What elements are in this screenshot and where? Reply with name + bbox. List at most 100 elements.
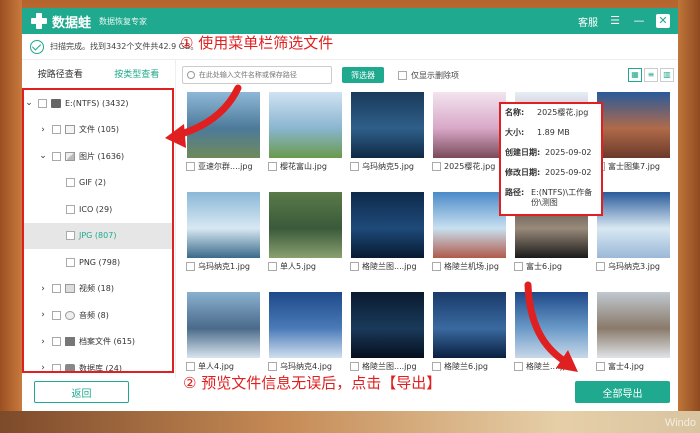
file-thumbnail-item[interactable]: 乌玛纳克5.jpg <box>348 92 428 172</box>
thumbnail-image[interactable] <box>351 92 424 158</box>
file-thumbnail-item[interactable]: 格陵兰图....jpg <box>348 292 428 372</box>
thumbnail-image[interactable] <box>187 92 260 158</box>
watermark-text: Windo <box>664 417 696 429</box>
app-subtitle: 数据恢复专家 <box>99 16 148 26</box>
file-name-label: 乌玛纳克3.jpg <box>608 262 661 271</box>
thumbnail-image[interactable] <box>597 192 670 258</box>
grid-view-icon[interactable]: ▦ <box>628 68 642 82</box>
filter-button[interactable]: 筛选器 <box>342 67 384 83</box>
file-name-label: 单人4.jpg <box>198 362 235 371</box>
close-icon[interactable]: ✕ <box>656 14 670 28</box>
tab-by-path[interactable]: 按路径查看 <box>22 67 99 80</box>
file-thumbnail-item[interactable]: 单人5.jpg <box>266 192 346 272</box>
only-deleted-label: 仅显示删除项 <box>411 70 459 80</box>
file-name-label: 格陵兰机场.jpg <box>444 262 499 271</box>
checkbox[interactable] <box>514 362 523 371</box>
file-name-label: 格陵兰....jpg <box>526 362 573 371</box>
file-name-label: 富士4.jpg <box>608 362 645 371</box>
list-view-icon[interactable]: ≡ <box>644 68 658 82</box>
support-link[interactable]: 客服 <box>578 14 598 29</box>
file-thumbnail-item[interactable]: 2025樱花.jpg <box>430 92 510 172</box>
menu-icon[interactable]: ☰ <box>608 14 622 28</box>
thumbnail-caption: 格陵兰图....jpg <box>348 361 428 372</box>
checkbox[interactable] <box>432 262 441 271</box>
thumbnail-image[interactable] <box>433 292 506 358</box>
thumbnail-image[interactable] <box>433 192 506 258</box>
view-switcher: ▦ ≡ ▥ <box>628 68 674 82</box>
checkbox[interactable] <box>398 70 407 80</box>
thumbnail-image[interactable] <box>269 292 342 358</box>
thumbnail-caption: 格陵兰....jpg <box>512 361 592 372</box>
file-thumbnail-item[interactable]: 亚速尔群....jpg <box>184 92 264 172</box>
title-bar: 数据蛙 数据恢复专家 客服 ☰ — ✕ <box>22 8 678 34</box>
file-thumbnail-item[interactable]: 格陵兰6.jpg <box>430 292 510 372</box>
thumbnail-caption: 乌玛纳克1.jpg <box>184 261 264 272</box>
check-circle-icon <box>30 39 44 54</box>
checkbox[interactable] <box>596 362 605 371</box>
thumbnail-image[interactable] <box>269 192 342 258</box>
thumbnail-image[interactable] <box>515 292 588 358</box>
search-icon <box>187 71 195 79</box>
tab-by-type[interactable]: 按类型查看 <box>99 67 176 80</box>
file-thumbnail-item[interactable]: 富士图集7.jpg <box>594 92 674 172</box>
file-thumbnail-item[interactable]: 富士4.jpg <box>594 292 674 372</box>
checkbox[interactable] <box>350 262 359 271</box>
thumbnail-image[interactable] <box>597 292 670 358</box>
thumbnail-image[interactable] <box>433 92 506 158</box>
annotation-box-sidebar <box>22 88 174 373</box>
info-modified-value: 2025-09-02 <box>545 168 592 177</box>
file-thumbnail-item[interactable]: 乌玛纳克1.jpg <box>184 192 264 272</box>
thumbnail-image[interactable] <box>269 92 342 158</box>
checkbox[interactable] <box>186 262 195 271</box>
thumbnail-caption: 富士6.jpg <box>512 261 592 272</box>
file-thumbnail-item[interactable]: 乌玛纳克4.jpg <box>266 292 346 372</box>
checkbox[interactable] <box>432 362 441 371</box>
checkbox[interactable] <box>350 362 359 371</box>
file-thumbnail-item[interactable]: 乌玛纳克3.jpg <box>594 192 674 272</box>
search-box[interactable] <box>182 66 332 84</box>
background-left <box>0 0 22 433</box>
background-right <box>678 0 700 433</box>
only-deleted-toggle[interactable]: 仅显示删除项 <box>394 70 459 81</box>
thumbnail-image[interactable] <box>597 92 670 158</box>
checkbox[interactable] <box>186 162 195 171</box>
thumbnail-image[interactable] <box>187 292 260 358</box>
back-button[interactable]: 返回 <box>34 381 129 403</box>
thumbnail-caption: 格陵兰6.jpg <box>430 361 510 372</box>
checkbox[interactable] <box>432 162 441 171</box>
thumbnail-caption: 亚速尔群....jpg <box>184 161 264 172</box>
minimize-icon[interactable]: — <box>632 14 646 28</box>
info-name-label: 名称: <box>505 108 525 117</box>
background-bottom <box>0 411 700 433</box>
checkbox[interactable] <box>268 262 277 271</box>
thumbnail-image[interactable] <box>351 192 424 258</box>
app-logo: 数据蛙 数据恢复专家 <box>30 12 147 31</box>
thumbnail-image[interactable] <box>351 292 424 358</box>
search-input[interactable] <box>198 71 327 79</box>
info-name-value: 2025樱花.jpg <box>537 108 589 117</box>
file-name-label: 2025樱花.jpg <box>444 162 496 171</box>
thumbnail-caption: 格陵兰图....jpg <box>348 261 428 272</box>
sidebar-tabs: 按路径查看 按类型查看 <box>22 60 175 86</box>
thumbnail-image[interactable] <box>187 192 260 258</box>
thumbnail-caption: 乌玛纳克3.jpg <box>594 261 674 272</box>
scan-status-text: 扫描完成。找到3432个文件共42.9 GB。 <box>50 42 199 51</box>
thumbnail-caption: 2025樱花.jpg <box>430 161 510 172</box>
file-name-label: 乌玛纳克1.jpg <box>198 262 251 271</box>
file-thumbnail-item[interactable]: 单人4.jpg <box>184 292 264 372</box>
checkbox[interactable] <box>350 162 359 171</box>
file-thumbnail-item[interactable]: 樱花富山.jpg <box>266 92 346 172</box>
checkbox[interactable] <box>268 162 277 171</box>
checkbox[interactable] <box>186 362 195 371</box>
export-all-button[interactable]: 全部导出 <box>575 381 670 403</box>
thumbnail-caption: 格陵兰机场.jpg <box>430 261 510 272</box>
file-thumbnail-item[interactable]: 格陵兰机场.jpg <box>430 192 510 272</box>
file-thumbnail-item[interactable]: 格陵兰图....jpg <box>348 192 428 272</box>
detail-view-icon[interactable]: ▥ <box>660 68 674 82</box>
checkbox[interactable] <box>268 362 277 371</box>
file-thumbnail-item[interactable]: 格陵兰....jpg <box>512 292 592 372</box>
checkbox[interactable] <box>514 262 523 271</box>
file-name-label: 乌玛纳克4.jpg <box>280 362 333 371</box>
file-name-label: 格陵兰图....jpg <box>362 362 417 371</box>
checkbox[interactable] <box>596 262 605 271</box>
